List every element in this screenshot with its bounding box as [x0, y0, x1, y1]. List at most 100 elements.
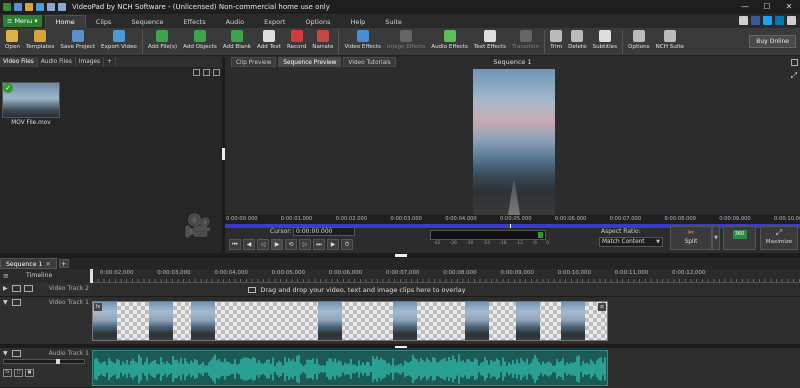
tab-audio[interactable]: Audio: [216, 15, 254, 28]
fullscreen-icon[interactable]: ⤢: [791, 71, 797, 81]
quick-open-icon[interactable]: [25, 3, 33, 11]
mute-icon[interactable]: ◻: [14, 369, 23, 377]
minimize-button[interactable]: —: [734, 0, 756, 14]
tab-options[interactable]: Options: [295, 15, 340, 28]
cursor-time-field[interactable]: 0:00:00.000: [293, 227, 355, 236]
video-track-2[interactable]: Drag and drop your video, text and image…: [92, 283, 800, 297]
tab-clip-preview[interactable]: Clip Preview: [231, 57, 277, 67]
tab-images[interactable]: Images: [76, 57, 105, 67]
menu-button[interactable]: ≡ Menu ▾: [3, 15, 42, 27]
transition-button[interactable]: Transition: [509, 28, 542, 56]
detail-view-icon[interactable]: [213, 69, 220, 76]
clip-effects-icon[interactable]: fx: [94, 303, 102, 311]
step-back-icon[interactable]: ◁: [257, 239, 269, 250]
collapse-track-icon[interactable]: ▼: [3, 350, 8, 357]
text-effects-button[interactable]: Text Effects: [471, 28, 509, 56]
speaker-icon[interactable]: [12, 350, 21, 357]
preview-ruler[interactable]: 0:00:00.000 0:00:01.000 0:00:02.000 0:00:03…: [225, 215, 800, 224]
quick-save-icon[interactable]: [14, 3, 22, 11]
maximize-preview-button[interactable]: ⤢ Maximize: [760, 226, 798, 250]
tab-home[interactable]: Home: [44, 15, 86, 28]
solo-icon[interactable]: ◼: [25, 369, 34, 377]
maximize-window-button[interactable]: ☐: [756, 0, 778, 14]
volume-knob[interactable]: [56, 359, 60, 364]
narrate-button[interactable]: Narrate: [309, 28, 336, 56]
subtitles-button[interactable]: Subtitles: [590, 28, 621, 56]
thumbnail-view-icon[interactable]: [193, 69, 200, 76]
tab-sequence-preview[interactable]: Sequence Preview: [278, 57, 342, 67]
split-button[interactable]: ✂ Split: [670, 226, 712, 250]
audio-clip[interactable]: [92, 350, 608, 386]
go-to-end-icon[interactable]: ⏭: [313, 239, 325, 250]
video-360-button[interactable]: 360: [723, 226, 756, 250]
audio-effects-button[interactable]: Audio Effects: [428, 28, 471, 56]
media-thumbnail[interactable]: ✓: [2, 82, 60, 118]
track-visibility-icon[interactable]: [12, 285, 21, 292]
add-bin-tab-button[interactable]: +: [104, 57, 116, 67]
trim-button[interactable]: Trim: [547, 28, 565, 56]
add-text-button[interactable]: Add Text: [254, 28, 284, 56]
split-dropdown-button[interactable]: ▼: [712, 226, 720, 250]
timeline-ticks[interactable]: 0:00:02,000 0:00:03,000 0:00:04,000 0:00:05…: [92, 269, 800, 283]
tab-effects[interactable]: Effects: [174, 15, 216, 28]
track-effects-icon[interactable]: [24, 285, 33, 292]
collapse-track-icon[interactable]: ▼: [3, 299, 8, 306]
expand-track-icon[interactable]: ▶: [3, 285, 8, 292]
export-video-button[interactable]: Export Video: [98, 28, 140, 56]
add-file-s-button[interactable]: Add File(s): [145, 28, 180, 56]
close-icon[interactable]: ✕: [45, 261, 50, 268]
twitter-icon[interactable]: [763, 16, 772, 25]
open-button[interactable]: Open: [2, 28, 23, 56]
track-volume-slider[interactable]: [3, 359, 85, 364]
audio-fx-icon[interactable]: fx: [3, 369, 12, 377]
tab-export[interactable]: Export: [254, 15, 295, 28]
help-icon[interactable]: [787, 16, 796, 25]
playhead[interactable]: [90, 269, 93, 283]
add-sequence-button[interactable]: +: [58, 259, 69, 268]
tab-sequence-1[interactable]: Sequence 1 ✕: [0, 258, 57, 269]
tab-sequence[interactable]: Sequence: [121, 15, 173, 28]
track-visibility-icon[interactable]: [12, 299, 21, 306]
save-project-button[interactable]: Save Project: [57, 28, 98, 56]
delete-button[interactable]: Delete: [565, 28, 589, 56]
video-effects-button[interactable]: Video Effects: [341, 28, 383, 56]
timeline-menu-icon[interactable]: ≡: [3, 272, 9, 280]
audio-track-1[interactable]: [92, 348, 800, 388]
add-objects-button[interactable]: Add Objects: [180, 28, 220, 56]
play-icon[interactable]: ▶: [271, 239, 283, 250]
list-view-icon[interactable]: [203, 69, 210, 76]
timeline-ruler[interactable]: ≡ Timeline 0:00:02,000 0:00:03,000 0:00:04…: [0, 269, 800, 283]
facebook-icon[interactable]: [751, 16, 760, 25]
tab-clips[interactable]: Clips: [86, 15, 122, 28]
add-blank-button[interactable]: Add Blank: [220, 28, 254, 56]
templates-button[interactable]: Templates: [23, 28, 57, 56]
splitter-handle[interactable]: [395, 254, 407, 257]
tab-suite[interactable]: Suite: [375, 15, 412, 28]
step-forward-icon[interactable]: ▷: [299, 239, 311, 250]
tab-video-tutorials[interactable]: Video Tutorials: [343, 57, 396, 67]
aspect-ratio-select[interactable]: Match Content ▼: [599, 237, 663, 247]
loop-icon[interactable]: ⟲: [285, 239, 297, 250]
linkedin-icon[interactable]: [775, 16, 784, 25]
next-frame-icon[interactable]: ▶: [327, 239, 339, 250]
clip-transition-icon[interactable]: ⧄: [598, 303, 606, 311]
undock-icon[interactable]: [791, 59, 798, 66]
close-button[interactable]: ✕: [778, 0, 800, 14]
options-button[interactable]: Options: [625, 28, 653, 56]
tab-video-files[interactable]: Video Files: [0, 57, 38, 67]
undo-icon[interactable]: [47, 3, 55, 11]
quick-export-icon[interactable]: [36, 3, 44, 11]
redo-icon[interactable]: [58, 3, 66, 11]
go-to-start-icon[interactable]: ⏮: [229, 239, 241, 250]
tab-help[interactable]: Help: [340, 15, 375, 28]
speed-icon[interactable]: ⏱: [341, 239, 353, 250]
video-preview-screen[interactable]: [473, 69, 555, 215]
video-clip[interactable]: fx ⧄: [92, 301, 608, 341]
image-effects-button[interactable]: Image Effects: [384, 28, 428, 56]
share-icon[interactable]: [739, 16, 748, 25]
record-button[interactable]: Record: [284, 28, 309, 56]
previous-frame-icon[interactable]: ◀: [243, 239, 255, 250]
tab-audio-files[interactable]: Audio Files: [38, 57, 76, 67]
video-track-1[interactable]: fx ⧄: [92, 297, 800, 345]
buy-online-button[interactable]: Buy Online: [749, 35, 796, 48]
